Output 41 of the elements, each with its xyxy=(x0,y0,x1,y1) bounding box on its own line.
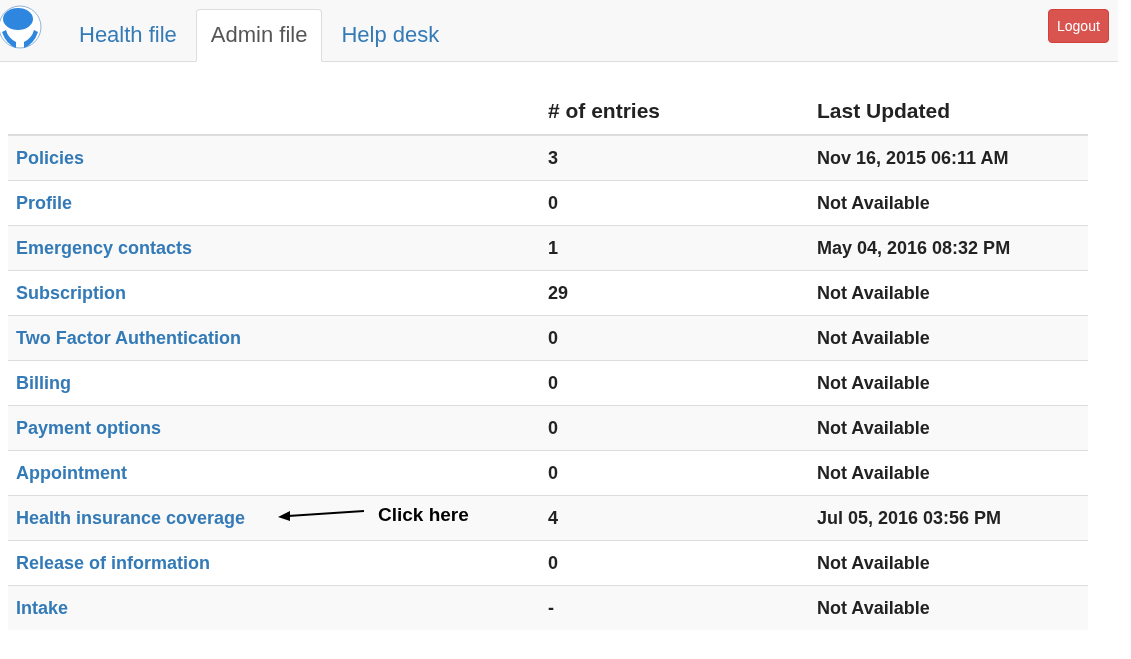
entry-count: 4 xyxy=(548,507,558,528)
logout-button[interactable]: Logout xyxy=(1048,9,1109,43)
section-link[interactable]: Two Factor Authentication xyxy=(16,327,241,348)
section-link[interactable]: Intake xyxy=(16,597,69,618)
section-link[interactable]: Billing xyxy=(16,372,71,393)
entry-count: 1 xyxy=(548,237,558,258)
nav-tab[interactable]: Help desk xyxy=(326,9,455,62)
entry-count: 0 xyxy=(548,552,558,573)
entry-count: 0 xyxy=(548,462,558,483)
last-updated-date: Not Available xyxy=(817,282,930,303)
last-updated-date: Not Available xyxy=(817,462,930,483)
entry-count: 0 xyxy=(548,192,558,213)
last-updated-date: Jul 05, 2016 03:56 PM xyxy=(817,507,1002,528)
entry-count: 0 xyxy=(548,372,558,393)
section-link[interactable]: Health insurance coverage xyxy=(16,507,246,528)
column-header: Last Updated xyxy=(817,98,950,122)
section-link[interactable]: Payment options xyxy=(16,417,162,438)
entry-count: 3 xyxy=(548,147,558,168)
section-link[interactable]: Appointment xyxy=(16,462,127,483)
entry-count: 0 xyxy=(548,417,558,438)
arrow-icon xyxy=(278,509,366,521)
section-link[interactable]: Subscription xyxy=(16,282,126,303)
last-updated-date: May 04, 2016 08:32 PM xyxy=(817,237,1011,258)
section-link[interactable]: Profile xyxy=(16,192,72,213)
last-updated-date: Not Available xyxy=(817,372,930,393)
entry-count: 29 xyxy=(548,282,569,303)
annotation-text: Click here xyxy=(378,504,469,526)
entry-count: - xyxy=(548,597,554,618)
nav-tab[interactable]: Health file xyxy=(64,9,192,62)
section-link[interactable]: Release of information xyxy=(16,552,211,573)
nav-tab[interactable]: Admin file xyxy=(195,9,323,62)
last-updated-date: Not Available xyxy=(817,327,930,348)
entry-count: 0 xyxy=(548,327,558,348)
section-link[interactable]: Policies xyxy=(16,147,85,168)
last-updated-date: Not Available xyxy=(817,417,930,438)
section-link[interactable]: Emergency contacts xyxy=(16,237,193,258)
last-updated-date: Not Available xyxy=(817,597,930,618)
last-updated-date: Nov 16, 2015 06:11 AM xyxy=(817,147,1009,168)
column-header: # of entries xyxy=(548,98,661,122)
last-updated-date: Not Available xyxy=(817,552,930,573)
last-updated-date: Not Available xyxy=(817,192,930,213)
